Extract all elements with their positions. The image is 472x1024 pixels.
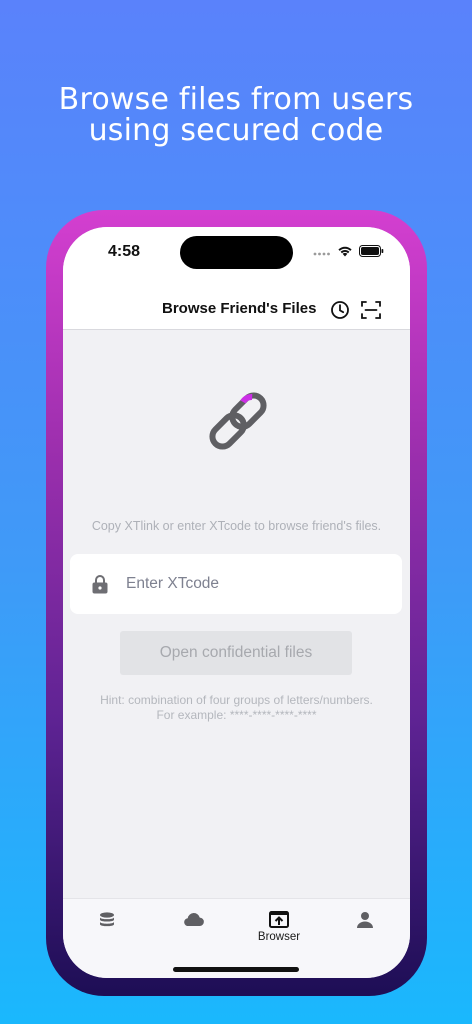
open-confidential-files-button[interactable]: Open confidential files — [120, 631, 352, 675]
scan-icon — [361, 301, 381, 319]
phone-screen: 4:58 Browse Friend's Files Copy XTlink o… — [63, 227, 410, 978]
nav-title: Browse Friend's Files — [162, 300, 317, 317]
database-icon — [100, 912, 114, 927]
status-time: 4:58 — [108, 243, 141, 260]
battery-icon — [359, 244, 384, 262]
tab-cloud[interactable] — [163, 911, 223, 929]
home-indicator — [173, 967, 299, 972]
lock-icon — [90, 573, 110, 595]
code-input-field[interactable] — [70, 554, 402, 614]
promo-headline-line2: using secured code — [88, 113, 384, 148]
dynamic-island — [180, 236, 293, 269]
tab-browser-label: Browser — [257, 931, 301, 943]
hint-line1: Hint: combination of four groups of lett… — [100, 693, 373, 707]
tab-bar: Browser — [63, 898, 410, 978]
wifi-icon — [337, 244, 353, 262]
xtcode-input[interactable] — [124, 574, 368, 594]
tab-browser[interactable]: Browser — [249, 911, 309, 943]
cloud-icon — [184, 913, 204, 927]
hint-line2: For example: ****-****-****-**** — [156, 708, 317, 722]
signal-dots-icon — [313, 244, 331, 262]
history-button[interactable] — [328, 298, 352, 322]
history-clock-icon — [331, 301, 349, 319]
instruction-text: Copy XTlink or enter XTcode to browse fr… — [91, 519, 382, 533]
status-bar: 4:58 — [63, 227, 410, 287]
status-icons — [313, 244, 384, 262]
tab-database[interactable] — [77, 911, 137, 929]
promo-headline-line1: Browse files from users — [58, 82, 414, 117]
nav-bar: Browse Friend's Files — [63, 287, 410, 330]
person-icon — [357, 912, 373, 928]
hint-text: Hint: combination of four groups of lett… — [63, 693, 410, 723]
browser-icon — [269, 911, 289, 928]
phone-frame: 4:58 Browse Friend's Files Copy XTlink o… — [46, 210, 427, 996]
chain-link-icon — [203, 386, 273, 456]
promo-headline: Browse files from users using secured co… — [0, 84, 472, 146]
scan-button[interactable] — [359, 298, 383, 322]
tab-profile[interactable] — [335, 911, 395, 929]
